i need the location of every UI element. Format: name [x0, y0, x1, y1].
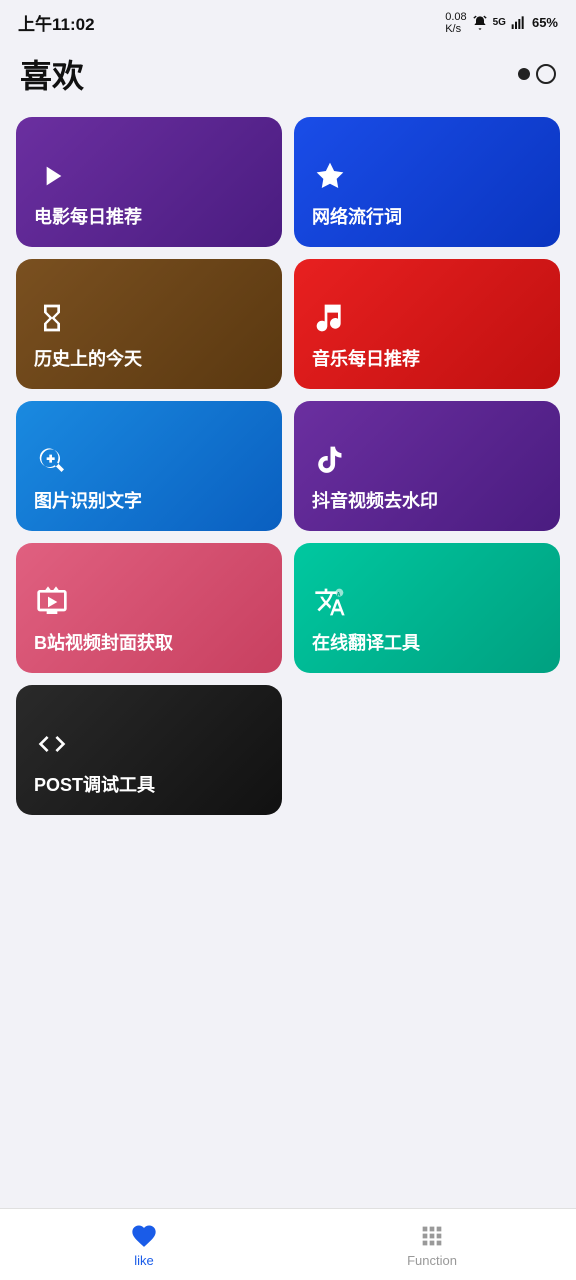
card-bilibili-label: B站视频封面获取 — [34, 632, 264, 655]
battery-level: 65% — [532, 15, 558, 30]
card-grid: 电影每日推荐 网络流行词 历史上的今天 音乐每日推荐 图片识别文字 抖音视频去水… — [0, 111, 576, 831]
card-trending[interactable]: 网络流行词 — [294, 117, 560, 247]
card-ocr[interactable]: 图片识别文字 — [16, 401, 282, 531]
card-history[interactable]: 历史上的今天 — [16, 259, 282, 389]
nav-function-label: Function — [407, 1253, 457, 1268]
header-pagination — [518, 64, 556, 84]
card-music-label: 音乐每日推荐 — [312, 348, 542, 371]
card-movie[interactable]: 电影每日推荐 — [16, 117, 282, 247]
signal-icon — [511, 15, 527, 31]
translate-icon: A — [312, 584, 348, 620]
page-title: 喜欢 — [20, 51, 84, 97]
card-douyin-label: 抖音视频去水印 — [312, 490, 542, 513]
card-post[interactable]: POST调试工具 — [16, 685, 282, 815]
nav-function[interactable]: Function — [288, 1222, 576, 1268]
card-ocr-label: 图片识别文字 — [34, 490, 264, 513]
music-icon — [312, 300, 348, 336]
tiktok-icon — [312, 442, 348, 478]
card-translate[interactable]: A 在线翻译工具 — [294, 543, 560, 673]
header: 喜欢 — [0, 41, 576, 111]
code-icon — [34, 726, 70, 762]
play-icon — [34, 158, 70, 194]
status-icons: 0.08K/s 5G 65% — [445, 11, 558, 35]
network-status: 5G — [493, 17, 506, 28]
star-icon — [312, 158, 348, 194]
heart-icon — [130, 1222, 158, 1250]
card-bilibili[interactable]: B站视频封面获取 — [16, 543, 282, 673]
card-post-label: POST调试工具 — [34, 774, 264, 797]
nav-like[interactable]: like — [0, 1222, 288, 1268]
card-movie-label: 电影每日推荐 — [34, 206, 264, 229]
bottom-nav: like Function — [0, 1208, 576, 1280]
dot-active — [518, 68, 530, 80]
hourglass-icon — [34, 300, 70, 336]
card-douyin[interactable]: 抖音视频去水印 — [294, 401, 560, 531]
nav-like-label: like — [134, 1253, 154, 1268]
card-music[interactable]: 音乐每日推荐 — [294, 259, 560, 389]
search-image-icon — [34, 442, 70, 478]
net-speed-icon: 0.08K/s — [445, 11, 466, 35]
card-trending-label: 网络流行词 — [312, 206, 542, 229]
alarm-icon — [472, 15, 488, 31]
status-bar: 上午11:02 0.08K/s 5G 65% — [0, 0, 576, 41]
dot-inactive — [536, 64, 556, 84]
card-translate-label: 在线翻译工具 — [312, 632, 542, 655]
svg-text:A: A — [337, 592, 341, 598]
card-history-label: 历史上的今天 — [34, 348, 264, 371]
tv-icon — [34, 584, 70, 620]
apps-icon — [418, 1222, 446, 1250]
status-time: 上午11:02 — [18, 10, 95, 35]
